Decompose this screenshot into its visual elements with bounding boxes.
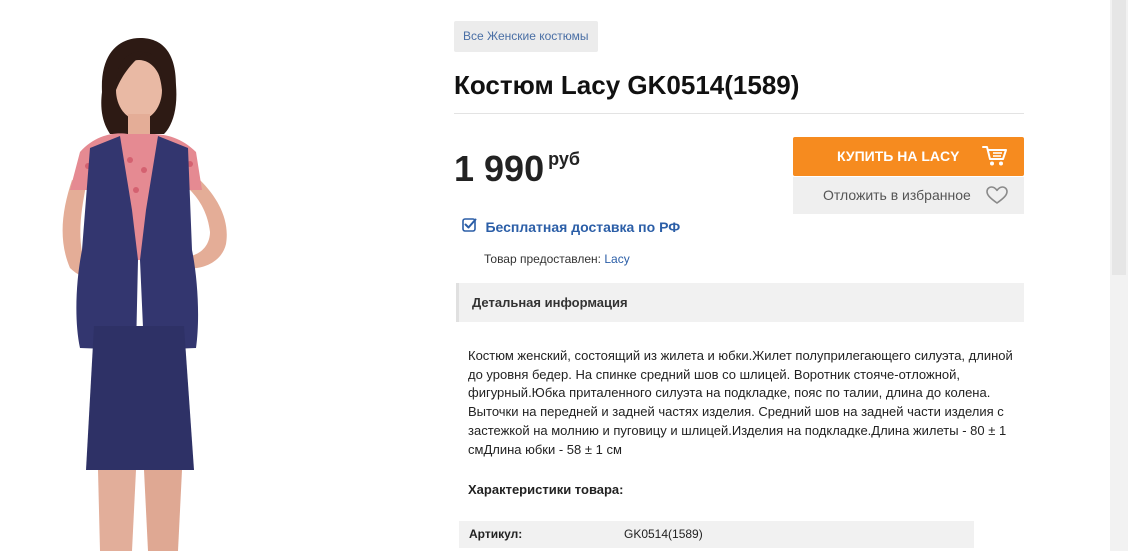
- shopping-cart-icon: [982, 145, 1008, 172]
- supplier-info: Товар предоставлен: Lacy: [484, 252, 630, 266]
- product-title: Костюм Lacy GK0514(1589): [454, 70, 800, 100]
- free-delivery-note: Бесплатная доставка по РФ: [462, 217, 680, 237]
- category-breadcrumb-link[interactable]: Все Женские костюмы: [454, 21, 598, 52]
- spec-key: Артикул:: [469, 527, 523, 541]
- tab-details[interactable]: Детальная информация: [456, 283, 1024, 322]
- spec-row-article: Артикул: GK0514(1589): [459, 521, 974, 548]
- buy-button[interactable]: КУПИТЬ НА LACY: [793, 137, 1024, 176]
- product-description: Костюм женский, состоящий из жилета и юб…: [468, 348, 1013, 457]
- favorites-label: Отложить в избранное: [823, 187, 971, 203]
- checkbox-checked-icon: [462, 218, 481, 236]
- title-divider: [454, 113, 1024, 114]
- buy-button-label: КУПИТЬ НА LACY: [837, 148, 960, 164]
- specs-heading: Характеристики товара:: [468, 482, 624, 497]
- page-scrollbar[interactable]: [1110, 0, 1128, 551]
- heart-outline-icon: [986, 186, 1008, 210]
- supplier-link[interactable]: Lacy: [604, 252, 629, 266]
- supplier-prefix: Товар предоставлен:: [484, 252, 605, 266]
- tab-details-label: Детальная информация: [472, 295, 628, 310]
- product-image[interactable]: [40, 30, 280, 551]
- free-delivery-label: Бесплатная доставка по РФ: [485, 219, 681, 235]
- spec-value: GK0514(1589): [624, 527, 703, 541]
- price-value: 1 990: [454, 148, 545, 189]
- price-block: 1 990 руб: [454, 148, 580, 190]
- scrollbar-thumb[interactable]: [1112, 0, 1126, 275]
- add-to-favorites-button[interactable]: Отложить в избранное: [793, 177, 1024, 214]
- price-currency: руб: [548, 149, 580, 169]
